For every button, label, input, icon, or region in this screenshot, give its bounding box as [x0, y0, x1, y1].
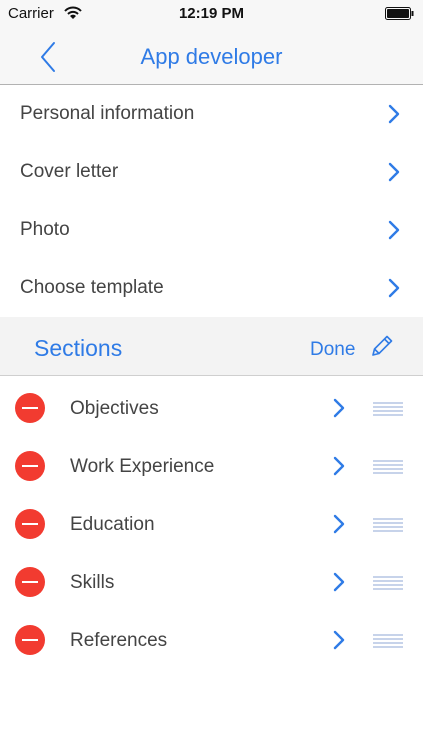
chevron-right-icon[interactable]	[333, 514, 345, 534]
section-label: References	[70, 630, 168, 651]
navigation-bar: App developer	[0, 28, 423, 85]
chevron-right-icon	[388, 104, 400, 124]
chevron-right-icon[interactable]	[333, 398, 345, 418]
section-row-skills[interactable]: Skills	[0, 553, 423, 611]
delete-button[interactable]	[15, 393, 45, 423]
reorder-handle-icon[interactable]	[373, 576, 403, 590]
section-row-references[interactable]: References	[0, 611, 423, 669]
reorder-handle-icon[interactable]	[373, 634, 403, 648]
minus-icon	[22, 407, 38, 409]
sections-header: Sections Done	[0, 317, 423, 376]
chevron-right-icon	[388, 220, 400, 240]
delete-button[interactable]	[15, 451, 45, 481]
section-label: Objectives	[70, 398, 159, 419]
section-label: Skills	[70, 572, 115, 593]
reorder-handle-icon[interactable]	[373, 460, 403, 474]
sections-title: Sections	[34, 335, 123, 361]
minus-icon	[22, 523, 38, 525]
menu-item-photo[interactable]: Photo	[0, 201, 423, 259]
chevron-right-icon[interactable]	[333, 456, 345, 476]
chevron-right-icon	[388, 162, 400, 182]
menu-item-label: Personal information	[20, 103, 195, 124]
reorder-handle-icon[interactable]	[373, 402, 403, 416]
page-title: App developer	[140, 44, 283, 69]
delete-button[interactable]	[15, 509, 45, 539]
sections-list: Objectives Work Experience Education Ski…	[0, 379, 423, 669]
minus-icon	[22, 465, 38, 467]
minus-icon	[22, 581, 38, 583]
menu-item-cover-letter[interactable]: Cover letter	[0, 143, 423, 201]
section-label: Work Experience	[70, 456, 215, 477]
menu-item-label: Photo	[20, 219, 70, 240]
section-row-education[interactable]: Education	[0, 495, 423, 553]
chevron-right-icon[interactable]	[333, 630, 345, 650]
delete-button[interactable]	[15, 567, 45, 597]
reorder-handle-icon[interactable]	[373, 518, 403, 532]
chevron-right-icon[interactable]	[333, 572, 345, 592]
battery-icon	[385, 7, 414, 20]
menu-item-choose-template[interactable]: Choose template	[0, 259, 423, 317]
menu-item-label: Cover letter	[20, 161, 119, 182]
status-time: 12:19 PM	[178, 5, 245, 22]
delete-button[interactable]	[15, 625, 45, 655]
section-row-work-experience[interactable]: Work Experience	[0, 437, 423, 495]
section-label: Education	[70, 514, 155, 535]
minus-icon	[22, 639, 38, 641]
done-button[interactable]: Done	[310, 339, 355, 361]
chevron-right-icon	[388, 278, 400, 298]
menu-item-personal-information[interactable]: Personal information	[0, 85, 423, 143]
resume-menu: Personal information Cover letter Photo …	[0, 85, 423, 317]
pencil-icon[interactable]	[369, 333, 395, 359]
status-bar: Carrier 12:19 PM	[0, 0, 423, 28]
menu-item-label: Choose template	[20, 277, 164, 298]
section-row-objectives[interactable]: Objectives	[0, 379, 423, 437]
